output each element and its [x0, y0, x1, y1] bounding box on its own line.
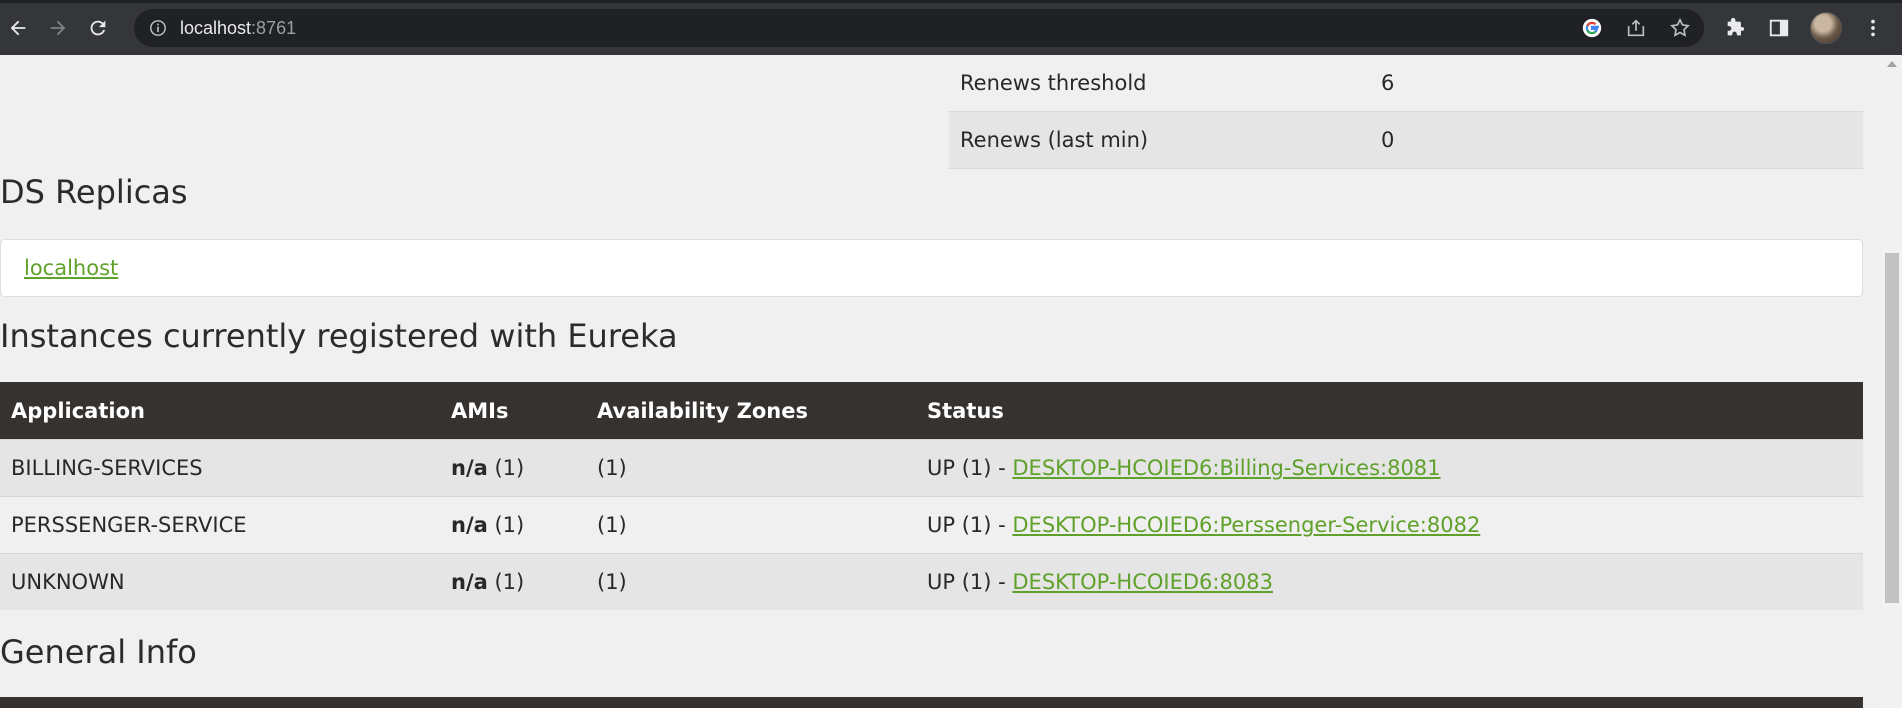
ami-count: (1) — [487, 513, 525, 537]
app-name: PERSSENGER-SERVICE — [0, 496, 440, 554]
url-text: localhost:8761 — [180, 18, 296, 39]
zones-cell: (1) — [586, 496, 916, 554]
side-panel-icon[interactable] — [1766, 15, 1792, 41]
ami-count: (1) — [487, 570, 525, 594]
google-lens-icon[interactable] — [1580, 16, 1604, 40]
zones-cell: (1) — [586, 439, 916, 497]
table-row: UNKNOWN n/a (1) (1) UP (1) - DESKTOP-HCO… — [0, 553, 1863, 610]
instance-link[interactable]: DESKTOP-HCOIED6:8083 — [1012, 570, 1273, 594]
status-cell: UP (1) - DESKTOP-HCOIED6:8083 — [916, 553, 1863, 610]
app-name: UNKNOWN — [0, 553, 440, 610]
renews-stats-table: Renews threshold 6 Renews (last min) 0 — [949, 55, 1863, 169]
general-info-table-header — [0, 697, 1863, 708]
column-header-amis: AMIs — [440, 382, 586, 440]
table-row: Renews (last min) 0 — [949, 111, 1863, 169]
status-cell: UP (1) - DESKTOP-HCOIED6:Billing-Service… — [916, 439, 1863, 497]
site-info-icon[interactable] — [148, 18, 168, 38]
profile-avatar[interactable] — [1810, 12, 1842, 44]
replica-link[interactable]: localhost — [24, 256, 118, 280]
bookmark-star-icon[interactable] — [1668, 16, 1692, 40]
url-port: :8761 — [251, 17, 297, 38]
table-row: BILLING-SERVICES n/a (1) (1) UP (1) - DE… — [0, 439, 1863, 497]
extensions-icon[interactable] — [1722, 15, 1748, 41]
instance-link[interactable]: DESKTOP-HCOIED6:Perssenger-Service:8082 — [1012, 513, 1480, 537]
forward-icon[interactable] — [40, 10, 76, 46]
ami-count: (1) — [487, 456, 525, 480]
column-header-zones: Availability Zones — [586, 382, 916, 440]
reload-icon[interactable] — [80, 10, 116, 46]
menu-kebab-icon[interactable] — [1860, 15, 1886, 41]
ami-label: n/a — [451, 570, 488, 594]
status-text: UP (1) - — [927, 570, 1013, 594]
table-row: Renews threshold 6 — [949, 55, 1863, 112]
column-header-status: Status — [916, 382, 1863, 440]
back-icon[interactable] — [0, 10, 36, 46]
ds-replicas-heading: DS Replicas — [0, 173, 188, 211]
app-name: BILLING-SERVICES — [0, 439, 440, 497]
ami-cell: n/a (1) — [440, 439, 586, 497]
stat-value: 0 — [1381, 128, 1395, 152]
vertical-scrollbar[interactable] — [1882, 55, 1902, 708]
ds-replicas-list: localhost — [0, 239, 1863, 297]
instance-link[interactable]: DESKTOP-HCOIED6:Billing-Services:8081 — [1012, 456, 1440, 480]
zones-cell: (1) — [586, 553, 916, 610]
table-header-row: Application AMIs Availability Zones Stat… — [0, 382, 1863, 440]
status-text: UP (1) - — [927, 456, 1013, 480]
url-host: localhost — [180, 17, 252, 38]
stat-label: Renews threshold — [960, 71, 1147, 95]
scrollbar-thumb[interactable] — [1885, 253, 1899, 603]
table-row: PERSSENGER-SERVICE n/a (1) (1) UP (1) - … — [0, 496, 1863, 554]
instances-table: Application AMIs Availability Zones Stat… — [0, 382, 1863, 610]
tab-strip-edge — [0, 0, 1902, 3]
share-icon[interactable] — [1624, 16, 1648, 40]
ami-cell: n/a (1) — [440, 496, 586, 554]
scroll-up-arrow-icon[interactable] — [1887, 61, 1897, 67]
browser-toolbar: localhost:8761 — [0, 0, 1902, 55]
instances-heading: Instances currently registered with Eure… — [0, 317, 678, 355]
stat-label: Renews (last min) — [960, 128, 1149, 152]
status-cell: UP (1) - DESKTOP-HCOIED6:Perssenger-Serv… — [916, 496, 1863, 554]
page-content: Renews threshold 6 Renews (last min) 0 D… — [0, 55, 1882, 708]
ami-label: n/a — [451, 513, 488, 537]
ami-cell: n/a (1) — [440, 553, 586, 610]
ami-label: n/a — [451, 456, 488, 480]
column-header-application: Application — [0, 382, 440, 440]
status-text: UP (1) - — [927, 513, 1013, 537]
general-info-heading: General Info — [0, 633, 197, 671]
stat-value: 6 — [1381, 71, 1395, 95]
address-bar[interactable]: localhost:8761 — [134, 9, 1704, 47]
